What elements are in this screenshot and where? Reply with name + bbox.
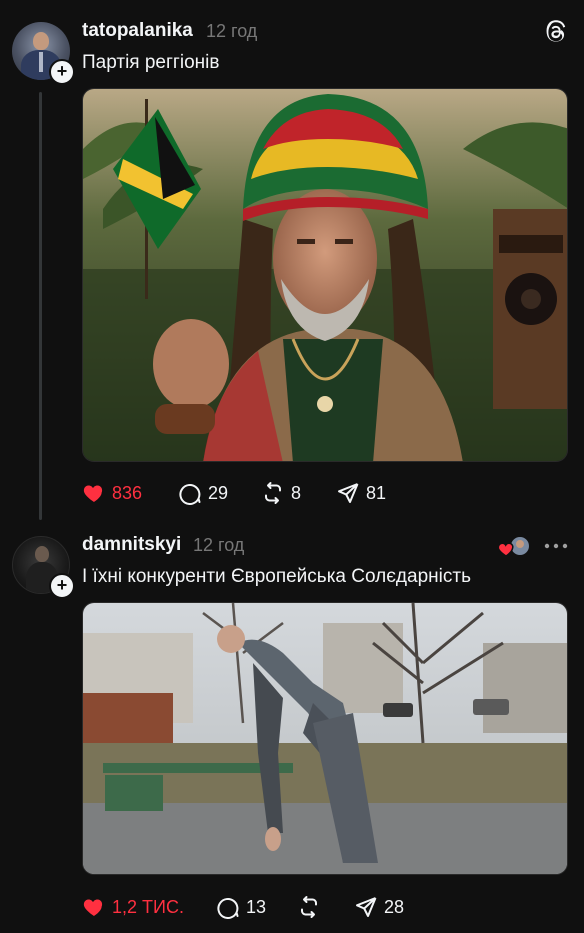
share-button[interactable]: 81 (336, 478, 386, 508)
timestamp: 12 год (193, 535, 245, 555)
post-actions: 1,2 ТИС. 13 28 (82, 892, 562, 922)
avatar-face (35, 546, 49, 562)
comment-bubble-icon (217, 898, 239, 919)
repost-count: 8 (291, 482, 302, 503)
repost-button[interactable]: 8 (261, 478, 301, 508)
leaning-man-photo (83, 603, 567, 874)
username[interactable]: damnitskyi (82, 534, 181, 556)
post-actions: 836 29 8 81 (82, 478, 562, 508)
follow-plus-icon[interactable]: + (49, 573, 75, 599)
thread-line (39, 92, 42, 520)
like-button[interactable]: 1,2 ТИС. (82, 892, 184, 922)
repost-icon (265, 482, 281, 504)
share-count: 81 (366, 482, 387, 503)
comment-count: 13 (246, 896, 267, 917)
avatar-face (33, 32, 49, 50)
like-count: 836 (112, 482, 143, 503)
repost-button[interactable] (297, 892, 327, 922)
username[interactable]: tatopalanika (82, 20, 193, 42)
liked-by-avatar-icon[interactable] (498, 534, 532, 558)
comment-button[interactable]: 29 (178, 478, 228, 508)
threads-logo-icon[interactable] (542, 19, 568, 45)
timestamp: 12 год (206, 21, 258, 41)
follow-plus-icon[interactable]: + (49, 59, 75, 85)
comment-count: 29 (208, 482, 229, 503)
thread-post: + damnitskyi 12 год І їхні конкуренти Єв… (0, 520, 584, 933)
share-count: 28 (384, 896, 405, 917)
send-icon (338, 483, 359, 503)
thread-post: + tatopalanika 12 год Партія реггіонів 8… (0, 0, 584, 520)
heart-icon (83, 899, 103, 916)
comment-button[interactable]: 13 (216, 892, 266, 922)
comment-bubble-icon (179, 484, 201, 505)
post-image[interactable] (82, 88, 568, 462)
repost-icon (301, 896, 317, 918)
share-button[interactable]: 28 (354, 892, 404, 922)
send-icon (356, 897, 377, 917)
rasta-portrait-image (83, 89, 567, 461)
post-caption: Партія реггіонів (82, 52, 220, 73)
post-caption: І їхні конкуренти Європейська Солєдарніс… (82, 566, 471, 587)
like-count: 1,2 ТИС. (112, 896, 184, 917)
heart-icon (83, 485, 103, 502)
like-button[interactable]: 836 (82, 478, 142, 508)
post-image[interactable] (82, 602, 568, 875)
more-dots-icon[interactable] (544, 542, 568, 550)
